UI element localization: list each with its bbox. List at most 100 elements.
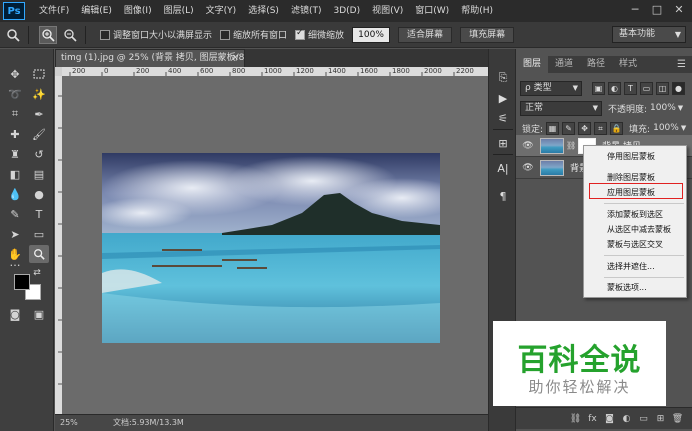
properties-icon[interactable]: ⊞ (493, 134, 513, 152)
move-tool-icon[interactable]: ✥ (5, 65, 25, 83)
filter-type-icon[interactable]: T (624, 81, 637, 95)
ctx-apply-mask[interactable]: 应用图层蒙板 (584, 185, 686, 200)
lock-position-icon[interactable]: ✥ (578, 121, 592, 135)
ctx-mask-options[interactable]: 蒙板选项... (584, 280, 686, 295)
menu-type[interactable]: 文字(Y) (200, 0, 243, 22)
close-tab-icon[interactable]: × (231, 50, 239, 67)
checkbox-unchecked[interactable] (100, 29, 110, 40)
minimize-icon[interactable]: ─ (624, 2, 646, 18)
zoom-all-windows-checkbox[interactable]: 缩放所有窗口 (220, 28, 287, 41)
menu-file[interactable]: 文件(F) (33, 0, 75, 22)
menu-view[interactable]: 视图(V) (366, 0, 409, 22)
type-tool-icon[interactable]: T (29, 205, 49, 223)
zoom-tool-icon[interactable] (29, 245, 49, 263)
zoom-in-icon[interactable] (39, 25, 57, 44)
delete-layer-icon[interactable]: 🗑 (669, 411, 686, 427)
new-layer-icon[interactable]: ⊞ (652, 411, 669, 427)
lock-transparent-icon[interactable]: ▦ (546, 121, 560, 135)
filter-smart-object-icon[interactable]: ◫ (656, 81, 669, 95)
adjustment-layer-icon[interactable]: ◐ (618, 411, 635, 427)
blend-mode-select[interactable]: 正常 ▼ (520, 100, 602, 116)
foreground-color-swatch[interactable] (14, 274, 30, 290)
crop-tool-icon[interactable]: ⌗ (5, 105, 25, 123)
quick-mask-icon[interactable]: ◙ (5, 305, 25, 323)
zoom-level-field[interactable]: 25% (60, 415, 78, 431)
character-panel-icon[interactable]: A| (493, 159, 513, 177)
lasso-tool-icon[interactable]: ➰ (5, 85, 25, 103)
blur-tool-icon[interactable]: 💧 (5, 185, 25, 203)
ctx-subtract-mask-from-selection[interactable]: 从选区中减去蒙板 (584, 222, 686, 237)
ctx-select-and-mask[interactable]: 选择并遮住... (584, 259, 686, 274)
filter-shape-icon[interactable]: ▭ (640, 81, 653, 95)
panel-menu-icon[interactable]: ☰ (677, 56, 686, 73)
menu-help[interactable]: 帮助(H) (455, 0, 499, 22)
eraser-tool-icon[interactable]: ◧ (5, 165, 25, 183)
zoom-tool-preset-icon[interactable] (4, 26, 22, 44)
brush-tool-icon[interactable]: 🖌 (29, 125, 49, 143)
healing-brush-icon[interactable]: ✚ (5, 125, 25, 143)
link-icon[interactable]: ⛓ (566, 141, 576, 150)
menu-3d[interactable]: 3D(D) (327, 0, 366, 22)
ctx-disable-mask[interactable]: 停用图层蒙板 (584, 149, 686, 164)
menu-window[interactable]: 窗口(W) (409, 0, 455, 22)
zoom-out-icon[interactable] (61, 26, 79, 44)
chevron-down-icon[interactable]: ▼ (678, 104, 683, 112)
paragraph-panel-icon[interactable]: ¶ (493, 187, 513, 205)
maximize-icon[interactable]: □ (646, 2, 668, 18)
history-brush-icon[interactable]: ↺ (29, 145, 49, 163)
zoom-percent-field[interactable]: 100% (352, 26, 391, 43)
eye-icon[interactable]: 👁 (520, 163, 536, 173)
workspace-select[interactable]: 基本功能 ▼ (612, 26, 686, 43)
eyedropper-icon[interactable]: ✒ (29, 105, 49, 123)
chevron-down-icon[interactable]: ▼ (681, 124, 686, 132)
lock-all-icon[interactable]: 🔒 (610, 121, 624, 135)
layer-filter-select[interactable]: ρ 类型 ▼ (520, 80, 582, 96)
checkbox-checked[interactable] (295, 28, 306, 40)
layer-style-icon[interactable]: fx (584, 411, 601, 427)
opacity-value[interactable]: 100% (650, 103, 676, 113)
tab-styles[interactable]: 样式 (612, 56, 644, 73)
tab-paths[interactable]: 路径 (580, 56, 612, 73)
close-icon[interactable]: ✕ (668, 2, 690, 18)
fill-value[interactable]: 100% (653, 123, 679, 133)
actions-play-icon[interactable]: ▶ (493, 89, 513, 107)
menu-layer[interactable]: 图层(L) (158, 0, 200, 22)
screen-mode-icon[interactable]: ▣ (29, 305, 49, 323)
menu-select[interactable]: 选择(S) (242, 0, 285, 22)
scrubby-zoom-checkbox[interactable]: 细微缩放 (295, 28, 344, 41)
history-panel-icon[interactable]: ⎘ (493, 69, 513, 87)
menu-filter[interactable]: 滤镜(T) (285, 0, 328, 22)
magic-wand-icon[interactable]: ✨ (29, 85, 49, 103)
dodge-tool-icon[interactable]: ● (29, 185, 49, 203)
menu-edit[interactable]: 编辑(E) (75, 0, 118, 22)
gradient-tool-icon[interactable]: ▤ (29, 165, 49, 183)
filter-toggle-icon[interactable]: ● (672, 81, 685, 95)
clone-stamp-icon[interactable]: ♜ (5, 145, 25, 163)
shape-tool-icon[interactable]: ▭ (29, 225, 49, 243)
tab-channels[interactable]: 通道 (548, 56, 580, 73)
document-tab[interactable]: timg (1).jpg @ 25% (背景 拷贝, 图层蒙板/8) * × (55, 49, 245, 67)
menu-image[interactable]: 图像(I) (118, 0, 158, 22)
ctx-add-mask-to-selection[interactable]: 添加蒙板到选区 (584, 207, 686, 222)
pen-tool-icon[interactable]: ✎ (5, 205, 25, 223)
filter-adjustment-icon[interactable]: ◐ (608, 81, 621, 95)
marquee-tool-icon[interactable] (29, 65, 49, 83)
document-canvas[interactable] (62, 76, 488, 414)
eye-icon[interactable]: 👁 (520, 141, 536, 151)
filter-pixel-icon[interactable]: ▣ (592, 81, 605, 95)
adjustments-icon[interactable]: ⚟ (493, 109, 513, 127)
swap-colors-icon[interactable]: ⇄ (30, 267, 44, 279)
more-tools-icon[interactable]: … (5, 256, 25, 269)
fit-screen-button[interactable]: 适合屏幕 (398, 26, 453, 43)
ctx-intersect-mask-with-selection[interactable]: 蒙板与选区交叉 (584, 237, 686, 252)
link-layers-icon[interactable]: ⛓ (567, 411, 584, 427)
lock-image-icon[interactable]: ✎ (562, 121, 576, 135)
tab-layers[interactable]: 图层 (516, 56, 549, 73)
new-group-icon[interactable]: ▭ (635, 411, 652, 427)
fill-screen-button[interactable]: 填充屏幕 (460, 26, 515, 43)
lock-artboard-icon[interactable]: ⌗ (594, 121, 608, 135)
ctx-delete-mask[interactable]: 删除图层蒙板 (584, 170, 686, 185)
checkbox-unchecked[interactable] (220, 29, 231, 40)
resize-windows-checkbox[interactable]: 调整窗口大小以满屏显示 (100, 28, 212, 41)
add-mask-icon[interactable]: ◙ (601, 411, 618, 427)
